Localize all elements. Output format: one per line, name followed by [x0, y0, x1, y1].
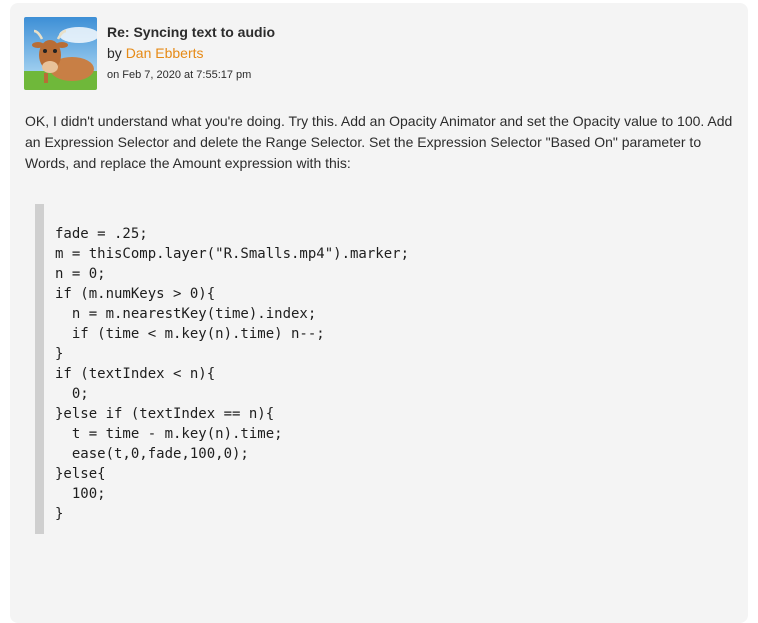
code-snippet: fade = .25; m = thisComp.layer("R.Smalls… [55, 226, 410, 522]
post-title: Re: Syncing text to audio [107, 24, 276, 40]
code-quote-bar [35, 204, 44, 534]
by-label: by [107, 45, 126, 61]
author-avatar[interactable] [24, 17, 97, 90]
post-byline: by Dan Ebberts [107, 45, 204, 61]
cow-avatar-icon [24, 17, 97, 90]
post-body: OK, I didn't understand what you're doin… [25, 113, 733, 171]
post-card: Re: Syncing text to audio by Dan Ebberts… [10, 3, 748, 623]
code-block: fade = .25; m = thisComp.layer("R.Smalls… [35, 204, 735, 534]
author-link[interactable]: Dan Ebberts [126, 45, 204, 61]
post-date: on Feb 7, 2020 at 7:55:17 pm [107, 69, 252, 81]
